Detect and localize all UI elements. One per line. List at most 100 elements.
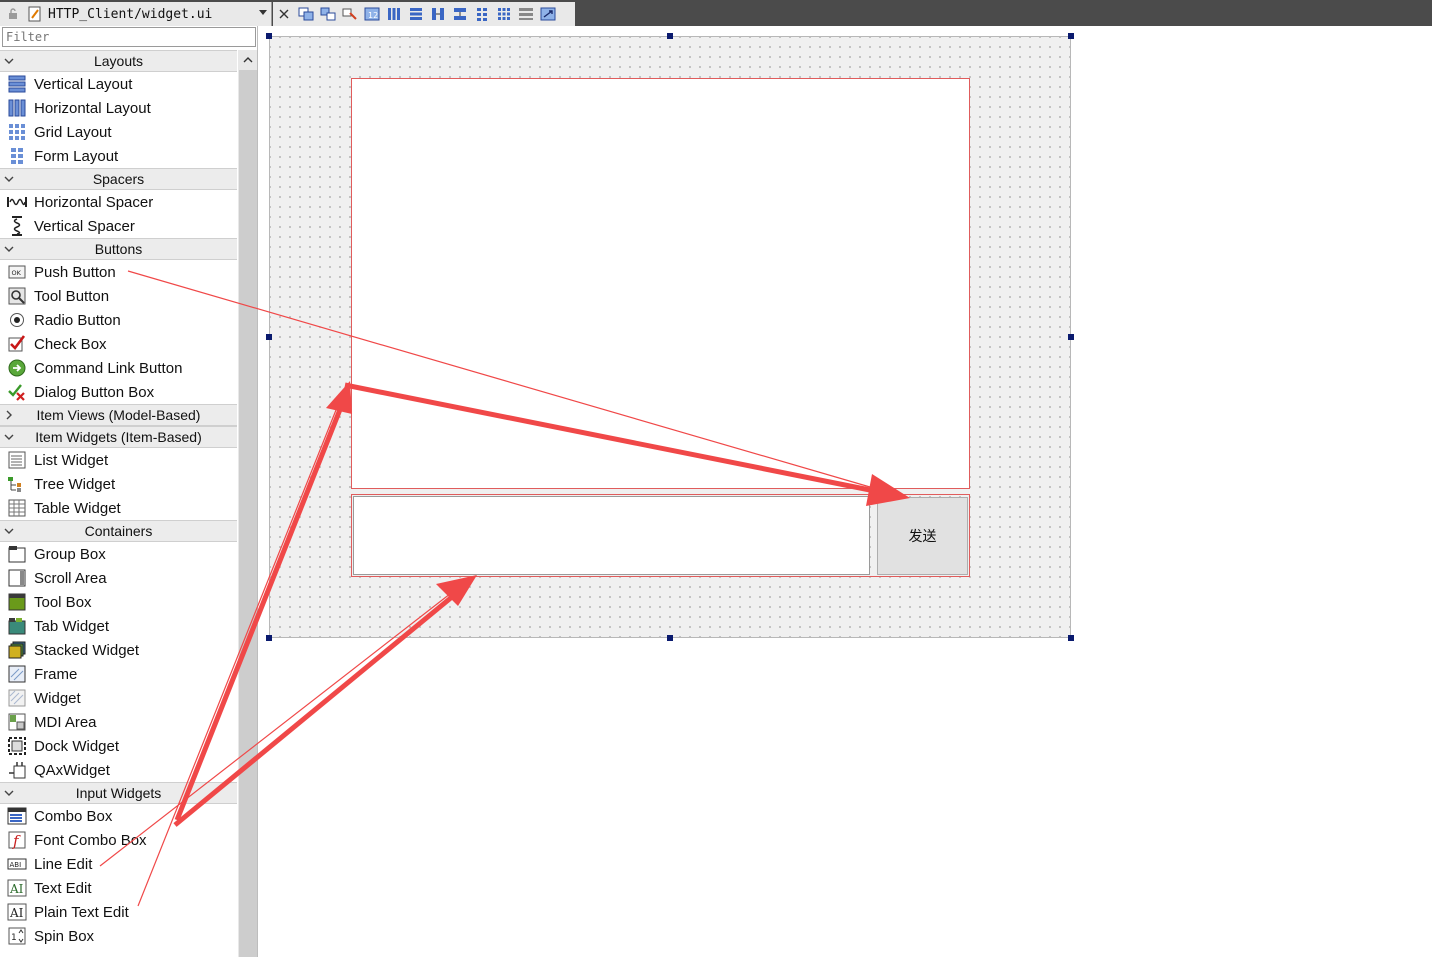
tab-widget-icon xyxy=(6,615,28,637)
combo-box-icon xyxy=(6,805,28,827)
resize-handle-right[interactable] xyxy=(1068,334,1074,340)
tree-widget-icon xyxy=(6,473,28,495)
widget-item-qaxwidget[interactable]: QAxWidget xyxy=(0,758,238,782)
item-label: Font Combo Box xyxy=(34,831,147,849)
widget-item-check-box[interactable]: Check Box xyxy=(0,332,238,356)
widget-item-list-widget[interactable]: List Widget xyxy=(0,448,238,472)
widget-item-tool-box[interactable]: Tool Box xyxy=(0,590,238,614)
resize-handle-bottom[interactable] xyxy=(667,635,673,641)
layout-h-splitter-icon[interactable] xyxy=(427,4,449,24)
item-label: MDI Area xyxy=(34,713,97,731)
tool-box-icon xyxy=(6,591,28,613)
layout-v-splitter-icon[interactable] xyxy=(449,4,471,24)
category-input-widgets[interactable]: Input Widgets xyxy=(0,782,237,804)
widget-item-horizontal-layout[interactable]: Horizontal Layout xyxy=(0,96,238,120)
item-label: Table Widget xyxy=(34,499,121,517)
widget-item-tool-button[interactable]: Tool Button xyxy=(0,284,238,308)
widget-item-frame[interactable]: Frame xyxy=(0,662,238,686)
category-containers[interactable]: Containers xyxy=(0,520,237,542)
qaxwidget-icon xyxy=(6,759,28,781)
widget-item-spin-box[interactable]: 1 Spin Box xyxy=(0,924,238,948)
scroll-area-icon xyxy=(6,567,28,589)
item-label: QAxWidget xyxy=(34,761,110,779)
widget-item-vertical-spacer[interactable]: Vertical Spacer xyxy=(0,214,238,238)
widget-item-tab-widget[interactable]: Tab Widget xyxy=(0,614,238,638)
widget-item-mdi-area[interactable]: MDI Area xyxy=(0,710,238,734)
chevron-down-icon[interactable] xyxy=(259,10,267,15)
category-item-widgets[interactable]: Item Widgets (Item-Based) xyxy=(0,426,237,448)
radio-button-icon xyxy=(6,309,28,331)
item-label: Horizontal Layout xyxy=(34,99,151,117)
send-button[interactable]: 发送 xyxy=(877,497,968,575)
resize-handle-bottom-left[interactable] xyxy=(266,635,272,641)
category-spacers[interactable]: Spacers xyxy=(0,168,237,190)
widget-item-grid-layout[interactable]: Grid Layout xyxy=(0,120,238,144)
text-display-area[interactable] xyxy=(351,78,970,489)
widget-item-plain-text-edit[interactable]: AI Plain Text Edit xyxy=(0,900,238,924)
item-label: Check Box xyxy=(34,335,107,353)
widget-item-group-box[interactable]: Group Box xyxy=(0,542,238,566)
filter-input[interactable] xyxy=(2,27,256,47)
widget-item-push-button[interactable]: OK Push Button xyxy=(0,260,238,284)
chevron-down-icon xyxy=(4,246,14,252)
resize-handle-top[interactable] xyxy=(667,33,673,39)
widget-icon xyxy=(6,687,28,709)
widget-item-text-edit[interactable]: AI Text Edit xyxy=(0,876,238,900)
widget-item-table-widget[interactable]: Table Widget xyxy=(0,496,238,520)
file-tab[interactable]: HTTP_Client/widget.ui xyxy=(0,2,272,26)
resize-handle-bottom-right[interactable] xyxy=(1068,635,1074,641)
resize-handle-top-right[interactable] xyxy=(1068,33,1074,39)
vertical-spacer-icon xyxy=(6,215,28,237)
item-label: Dock Widget xyxy=(34,737,120,755)
vertical-layout-icon xyxy=(6,73,28,95)
category-layouts[interactable]: Layouts xyxy=(0,50,237,72)
scrollbar-thumb[interactable] xyxy=(239,70,257,957)
item-label: Widget xyxy=(34,689,81,707)
widget-item-scroll-area[interactable]: Scroll Area xyxy=(0,566,238,590)
category-item-views[interactable]: Item Views (Model-Based) xyxy=(0,404,237,426)
message-line-edit[interactable] xyxy=(353,496,870,575)
widget-item-dialog-button-box[interactable]: Dialog Button Box xyxy=(0,380,238,404)
layout-form-icon[interactable] xyxy=(471,4,493,24)
item-label: Command Link Button xyxy=(34,359,183,377)
file-name: HTTP_Client/widget.ui xyxy=(48,6,213,22)
item-label: Tool Button xyxy=(34,287,110,305)
widget-item-horizontal-spacer[interactable]: Horizontal Spacer xyxy=(0,190,238,214)
chevron-down-icon xyxy=(4,528,14,534)
widget-item-widget[interactable]: Widget xyxy=(0,686,238,710)
widget-item-dock-widget[interactable]: Dock Widget xyxy=(0,734,238,758)
close-icon[interactable] xyxy=(273,4,295,24)
item-label: Tab Widget xyxy=(34,617,110,635)
widget-item-line-edit[interactable]: ABI Line Edit xyxy=(0,852,238,876)
widget-item-form-layout[interactable]: Form Layout xyxy=(0,144,238,168)
widget-item-radio-button[interactable]: Radio Button xyxy=(0,308,238,332)
edit-signals-icon[interactable] xyxy=(317,4,339,24)
layout-horizontal-icon[interactable] xyxy=(383,4,405,24)
resize-handle-left[interactable] xyxy=(266,334,272,340)
break-layout-icon[interactable] xyxy=(515,4,537,24)
item-label: Tree Widget xyxy=(34,475,116,493)
widget-item-font-combo-box[interactable]: f Font Combo Box xyxy=(0,828,238,852)
layout-vertical-icon[interactable] xyxy=(405,4,427,24)
edit-tab-order-icon[interactable]: 12 xyxy=(361,4,383,24)
category-buttons[interactable]: Buttons xyxy=(0,238,237,260)
edit-buddies-icon[interactable] xyxy=(339,4,361,24)
check-box-icon xyxy=(6,333,28,355)
category-label: Containers xyxy=(84,523,153,539)
resize-handle-top-left[interactable] xyxy=(266,33,272,39)
item-label: Group Box xyxy=(34,545,106,563)
horizontal-layout-icon xyxy=(6,97,28,119)
scroll-up-icon[interactable] xyxy=(238,50,257,70)
edit-widgets-icon[interactable] xyxy=(295,4,317,24)
widget-box-panel: Layouts Vertical Layout Horizontal Layou… xyxy=(0,26,258,957)
widget-item-vertical-layout[interactable]: Vertical Layout xyxy=(0,72,238,96)
widget-item-combo-box[interactable]: Combo Box xyxy=(0,804,238,828)
widget-box-scrollbar[interactable] xyxy=(238,50,257,957)
widget-item-stacked-widget[interactable]: Stacked Widget xyxy=(0,638,238,662)
widget-item-command-link-button[interactable]: Command Link Button xyxy=(0,356,238,380)
adjust-size-icon[interactable] xyxy=(537,4,559,24)
layout-grid-icon[interactable] xyxy=(493,4,515,24)
mdi-area-icon xyxy=(6,711,28,733)
widget-item-tree-widget[interactable]: Tree Widget xyxy=(0,472,238,496)
ui-file-icon xyxy=(26,2,44,26)
